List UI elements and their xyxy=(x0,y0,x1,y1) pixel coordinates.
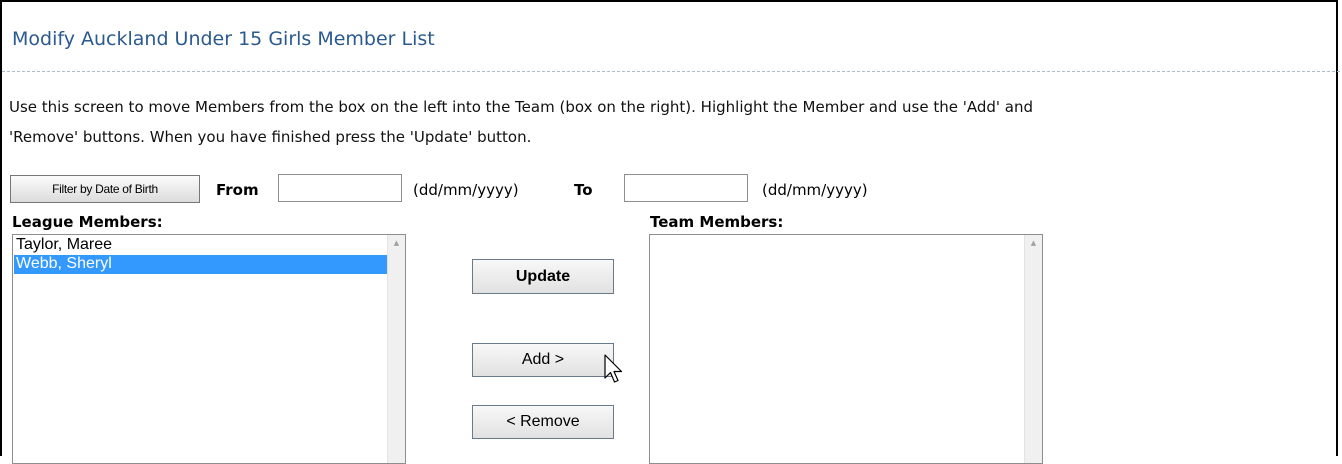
league-members-items: Taylor, Maree Webb, Sheryl xyxy=(14,236,387,274)
scroll-up-arrow-icon[interactable]: ▲ xyxy=(1025,235,1042,252)
instructions: Use this screen to move Members from the… xyxy=(9,92,1339,152)
league-members-list-item[interactable]: Webb, Sheryl xyxy=(14,255,387,274)
league-members-listbox[interactable]: Taylor, Maree Webb, Sheryl ▲ xyxy=(12,234,406,464)
title-divider xyxy=(2,71,1340,72)
team-members-label: Team Members: xyxy=(650,213,784,231)
mouse-pointer-icon xyxy=(604,354,623,383)
to-date-input[interactable] xyxy=(624,174,748,202)
add-button[interactable]: Add > xyxy=(472,343,614,377)
team-members-listbox[interactable]: ▲ xyxy=(649,234,1043,464)
page-title: Modify Auckland Under 15 Girls Member Li… xyxy=(12,28,435,50)
update-button[interactable]: Update xyxy=(472,259,614,294)
to-label: To xyxy=(574,181,593,199)
league-members-list-item[interactable]: Taylor, Maree xyxy=(14,236,387,255)
instructions-line-2: 'Remove' buttons. When you have finished… xyxy=(9,128,532,146)
from-date-hint: (dd/mm/yyyy) xyxy=(413,181,519,199)
team-members-scrollbar[interactable]: ▲ xyxy=(1024,235,1042,463)
to-date-hint: (dd/mm/yyyy) xyxy=(762,181,868,199)
league-members-scrollbar[interactable]: ▲ xyxy=(387,235,405,463)
from-label: From xyxy=(216,181,259,199)
remove-button[interactable]: < Remove xyxy=(472,405,614,439)
league-members-label: League Members: xyxy=(12,213,163,231)
from-date-input[interactable] xyxy=(278,174,402,202)
instructions-line-1: Use this screen to move Members from the… xyxy=(9,98,1033,116)
scroll-up-arrow-icon[interactable]: ▲ xyxy=(388,235,405,252)
filter-by-dob-button[interactable]: Filter by Date of Birth xyxy=(10,175,200,203)
